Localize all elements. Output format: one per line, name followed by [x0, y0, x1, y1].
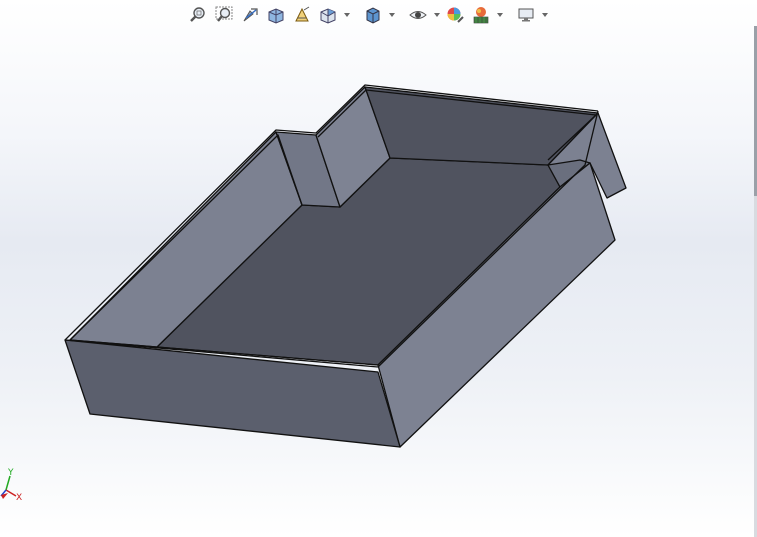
zoom-to-fit-icon[interactable] — [186, 3, 210, 27]
apply-scene-icon[interactable] — [469, 3, 493, 27]
view-orientation-icon[interactable] — [316, 3, 340, 27]
graphics-viewport[interactable]: Y X — [0, 0, 757, 537]
hide-show-items-dropdown[interactable] — [432, 3, 441, 27]
reference-triad: Y X — [0, 466, 30, 506]
display-style-dropdown[interactable] — [387, 3, 396, 27]
view-settings-icon[interactable] — [514, 3, 538, 27]
tray-model[interactable] — [0, 0, 757, 537]
edit-appearance-icon[interactable] — [443, 3, 467, 27]
apply-scene-dropdown[interactable] — [495, 3, 504, 27]
triad-y-axis — [5, 475, 11, 491]
triad-y-label: Y — [7, 468, 14, 478]
previous-view-icon[interactable] — [238, 3, 262, 27]
dynamic-annotation-views-icon[interactable] — [290, 3, 314, 27]
view-settings-dropdown[interactable] — [540, 3, 549, 27]
triad-x-axis — [5, 489, 17, 497]
section-view-icon[interactable] — [264, 3, 288, 27]
view-orientation-dropdown[interactable] — [342, 3, 351, 27]
triad-x-label: X — [16, 493, 22, 503]
display-style-icon[interactable] — [361, 3, 385, 27]
hide-show-items-icon[interactable] — [406, 3, 430, 27]
zoom-to-area-icon[interactable] — [212, 3, 236, 27]
heads-up-view-toolbar — [186, 2, 549, 28]
